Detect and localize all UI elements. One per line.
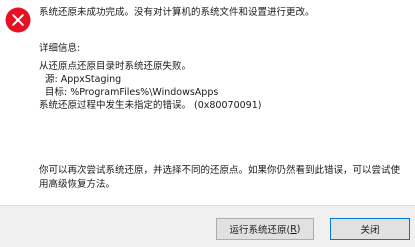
system-restore-error-dialog: 系统还原未成功完成。没有对计算机的系统文件和设置进行更改。 详细信息: 从还原点… <box>0 0 415 247</box>
dialog-footer: 运行系统还原(R) 关闭 <box>0 205 415 247</box>
close-button[interactable]: 关闭 <box>330 218 410 240</box>
details-line-error-code: 系统还原过程中发生未指定的错误。 (0x80070091) <box>39 100 262 111</box>
error-icon <box>5 7 31 33</box>
retry-hint-text: 你可以再次尝试系统还原，并选择不同的还原点。如果你仍然看到此错误，可以尝试使用高… <box>39 165 401 190</box>
details-line-target: 目标: %ProgramFiles%\WindowsApps <box>45 87 219 98</box>
details-line-source: 源: AppxStaging <box>45 74 122 85</box>
details-line-failure: 从还原点还原目录时系统还原失败。 <box>39 61 192 72</box>
details-section: 详细信息: 从还原点还原目录时系统还原失败。 源: AppxStaging 目标… <box>39 42 409 112</box>
run-system-restore-label-prefix: 运行系统还原( <box>229 225 291 236</box>
run-system-restore-label-suffix: ) <box>296 223 301 235</box>
error-headline: 系统还原未成功完成。没有对计算机的系统文件和设置进行更改。 <box>39 7 315 18</box>
run-system-restore-button[interactable]: 运行系统还原(R) <box>216 218 314 240</box>
run-system-restore-mnemonic: R <box>290 223 297 235</box>
details-heading: 详细信息: <box>39 43 81 54</box>
